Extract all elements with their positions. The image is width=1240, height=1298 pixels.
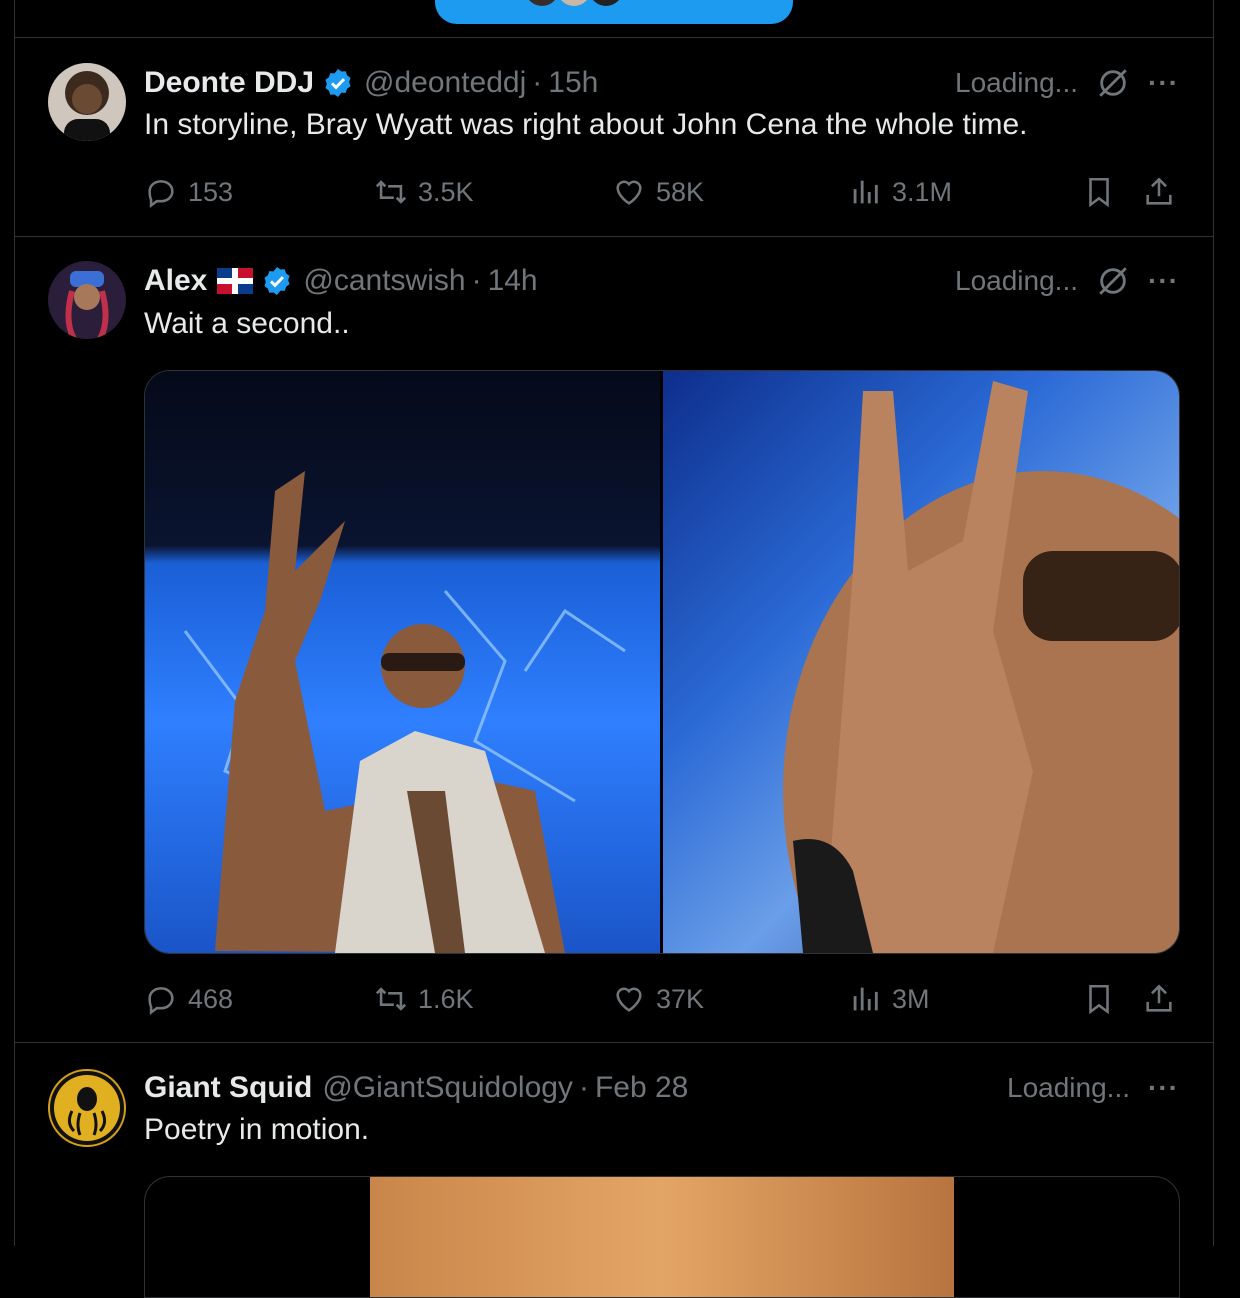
tweet-card[interactable]: Deonte DDJ @deonteddj · 15h Loading... ·… [15, 38, 1213, 236]
like-count: 58K [656, 176, 705, 207]
reply-count: 468 [188, 983, 234, 1014]
like-icon [616, 180, 642, 205]
loading-status: Loading... [955, 265, 1079, 296]
more-icon[interactable]: ··· [1148, 1072, 1179, 1104]
retweet-count: 1.6K [418, 983, 474, 1014]
avatar-image [64, 71, 110, 141]
right-image-art [783, 381, 1179, 953]
timestamp[interactable]: 15h [548, 66, 598, 100]
tweet-header: Deonte DDJ @deonteddj · 15h Loading... ·… [144, 63, 1213, 103]
separator-dot: · [471, 264, 482, 297]
separator-dot: · [532, 66, 543, 99]
retweet-count: 3.5K [418, 176, 474, 207]
header-right: Loading... ··· [955, 261, 1179, 301]
loading-status: Loading... [1007, 1072, 1131, 1103]
avatar-image [65, 271, 109, 339]
tweet-card[interactable]: Giant Squid @GiantSquidology · Feb 28 Lo… [15, 1043, 1213, 1298]
avatar[interactable] [48, 63, 126, 141]
media-image-right[interactable] [663, 371, 1179, 953]
more-icon[interactable]: ··· [1148, 67, 1179, 99]
bookmark-button[interactable] [1082, 979, 1116, 1019]
view-count: 3.1M [892, 176, 953, 207]
more-icon[interactable]: ··· [1148, 265, 1179, 297]
tweet-actions: 153 3.5K 58K 3.1M [144, 172, 1179, 212]
reply-button[interactable]: 468 [144, 979, 233, 1019]
tweet-card[interactable]: Alex @cantswish · 14h Loading... ··· Wai… [15, 237, 1213, 1042]
views-button[interactable]: 3M [848, 979, 930, 1019]
like-icon [616, 987, 642, 1012]
bookmark-icon [1089, 177, 1109, 208]
dominican-flag-icon [217, 268, 254, 294]
tweet-text: In storyline, Bray Wyatt was right about… [144, 108, 1028, 141]
retweet-icon [375, 987, 407, 1011]
new-posts-pill[interactable] [435, 0, 793, 24]
header-right: Loading... ··· [955, 63, 1179, 103]
display-name[interactable]: Deonte DDJ [144, 66, 314, 100]
handle[interactable]: @cantswish [303, 264, 465, 298]
verified-badge-icon [325, 69, 351, 97]
tweet-header: Giant Squid @GiantSquidology · Feb 28 Lo… [144, 1068, 1213, 1108]
avatar[interactable] [48, 1069, 126, 1147]
display-name[interactable]: Giant Squid [144, 1071, 312, 1105]
view-count: 3M [892, 983, 930, 1014]
pill-avatar-2 [555, 0, 593, 8]
views-icon [853, 987, 878, 1011]
bookmark-icon [1089, 984, 1109, 1015]
tweet-actions: 468 1.6K 37K 3M [144, 979, 1179, 1019]
media-divider [660, 371, 663, 953]
separator-dot: · [578, 1071, 589, 1104]
share-icon [1146, 984, 1172, 1012]
views-icon [853, 180, 878, 204]
reply-count: 153 [188, 176, 234, 207]
reply-icon [148, 180, 174, 209]
handle[interactable]: @deonteddj [364, 66, 526, 100]
retweet-button[interactable]: 1.6K [374, 979, 474, 1019]
retweet-button[interactable]: 3.5K [374, 172, 474, 212]
like-button[interactable]: 58K [612, 172, 704, 212]
tweet-media[interactable] [144, 1176, 1180, 1298]
views-button[interactable]: 3.1M [848, 172, 952, 212]
reply-button[interactable]: 153 [144, 172, 233, 212]
share-icon [1146, 177, 1172, 205]
pill-avatar-1 [523, 0, 561, 8]
tweet-text: Wait a second.. [144, 307, 350, 340]
grok-slash-icon[interactable] [1096, 264, 1130, 298]
tweet-text: Poetry in motion. [144, 1113, 370, 1146]
verified-badge-icon [264, 267, 290, 295]
squid-logo-icon [54, 1075, 120, 1141]
timestamp[interactable]: Feb 28 [595, 1071, 688, 1105]
timeline-feed: Deonte DDJ @deonteddj · 15h Loading... ·… [14, 0, 1214, 1298]
bookmark-button[interactable] [1082, 172, 1116, 212]
like-button[interactable]: 37K [612, 979, 704, 1019]
retweet-icon [375, 180, 407, 204]
media-image-partial[interactable] [370, 1177, 954, 1297]
pill-avatar-3 [587, 0, 625, 8]
avatar[interactable] [48, 261, 126, 339]
timestamp[interactable]: 14h [488, 264, 538, 298]
like-count: 37K [656, 983, 705, 1014]
share-button[interactable] [1142, 172, 1176, 212]
left-image-art [183, 471, 626, 953]
reply-icon [148, 987, 174, 1016]
loading-status: Loading... [955, 67, 1079, 98]
tweet-media[interactable] [144, 370, 1180, 954]
grok-slash-icon[interactable] [1096, 66, 1130, 100]
display-name[interactable]: Alex [144, 264, 207, 298]
share-button[interactable] [1142, 979, 1176, 1019]
tweet-header: Alex @cantswish · 14h Loading... ··· [144, 261, 1213, 301]
media-image-left[interactable] [145, 371, 660, 953]
handle[interactable]: @GiantSquidology [322, 1071, 573, 1105]
header-right: Loading... ··· [1007, 1068, 1179, 1108]
